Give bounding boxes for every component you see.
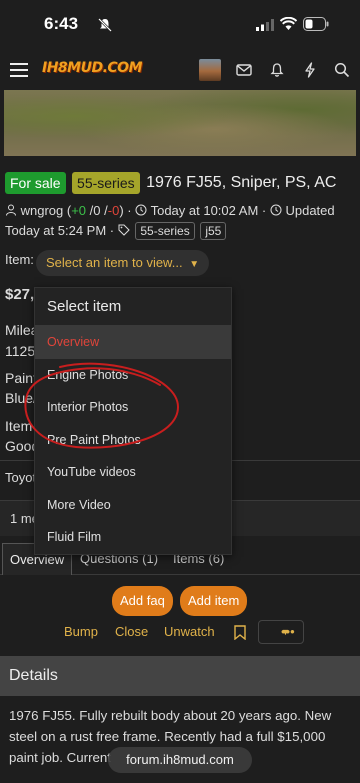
dropdown-item-youtube-videos[interactable]: YouTube videos — [35, 456, 231, 489]
dropdown-header: Select item — [35, 288, 231, 326]
user-icon — [6, 204, 16, 216]
status-bar: 6:43 — [0, 0, 360, 52]
details-header: Details — [0, 656, 360, 696]
red-circle-annotation — [24, 362, 180, 449]
dropdown-item-overview[interactable]: Overview — [35, 326, 231, 359]
price: $27, — [5, 286, 35, 303]
signal-icon — [256, 19, 274, 31]
add-faq-button[interactable]: Add faq — [112, 586, 173, 616]
dropdown-item-fluid-film[interactable]: Fluid Film — [35, 521, 231, 554]
lightning-icon[interactable] — [302, 62, 318, 78]
status-time: 6:43 — [44, 14, 79, 33]
browser-url-pill[interactable]: forum.ih8mud.com — [108, 747, 252, 773]
chevron-down-icon: ▼ — [281, 627, 290, 637]
prefix-badge-sale[interactable]: For sale — [5, 172, 66, 194]
updated-label: Updated — [285, 203, 335, 218]
posted-time[interactable]: Today at 10:02 AM — [151, 203, 259, 218]
prefix-badge-series[interactable]: 55-series — [72, 172, 140, 194]
tag-icon — [118, 224, 130, 236]
make-value: Toyot — [5, 470, 37, 485]
bell-icon[interactable] — [269, 62, 285, 78]
cover-image — [4, 90, 356, 156]
search-icon[interactable] — [334, 62, 350, 78]
add-item-button[interactable]: Add item — [180, 586, 248, 616]
user-avatar[interactable] — [199, 59, 221, 81]
item-select[interactable]: Select an item to view... ▼ — [36, 250, 210, 276]
bookmark-icon[interactable] — [234, 625, 246, 640]
item-picker-label: Item: — [5, 252, 34, 267]
tag-55-series[interactable]: 55-series — [135, 222, 195, 240]
tag-j55[interactable]: j55 — [200, 222, 227, 240]
site-logo[interactable]: IH8MUD.COM — [42, 60, 143, 80]
rating-positive: +0 — [71, 203, 87, 218]
dropdown-item-more-video[interactable]: More Video — [35, 489, 231, 522]
rating-neutral: /0 / — [89, 203, 108, 218]
clock-icon — [270, 204, 282, 216]
hamburger-menu-icon[interactable] — [10, 62, 28, 78]
clock-icon — [135, 204, 147, 216]
rating-negative: -0 — [107, 203, 120, 218]
wifi-icon — [280, 17, 297, 30]
mileage-value: 1125 — [5, 343, 36, 359]
bump-link[interactable]: Bump — [64, 624, 98, 639]
chevron-down-icon: ▼ — [189, 259, 200, 270]
top-nav: IH8MUD.COM — [0, 52, 360, 90]
item-select-text: Select an item to view... — [46, 255, 183, 270]
thread-meta: wngrog (+0 /0 /-0) · Today at 10:02 AM ·… — [5, 203, 335, 240]
thread-title: 1976 FJ55, Sniper, PS, AC — [146, 174, 337, 191]
close-link[interactable]: Close — [115, 624, 148, 639]
unwatch-link[interactable]: Unwatch — [164, 624, 215, 639]
bell-muted-icon — [98, 18, 112, 32]
envelope-icon[interactable] — [236, 62, 252, 78]
author-link[interactable]: wngrog — [21, 203, 64, 218]
updated-time[interactable]: Today at 5:24 PM — [5, 223, 106, 238]
thread-actions: Bump Close Unwatch ••• ▼ — [0, 620, 360, 644]
more-actions-button[interactable]: ••• ▼ — [258, 620, 304, 644]
battery-icon — [303, 17, 329, 31]
thread-title-row: For sale 55-series 1976 FJ55, Sniper, PS… — [5, 172, 355, 194]
